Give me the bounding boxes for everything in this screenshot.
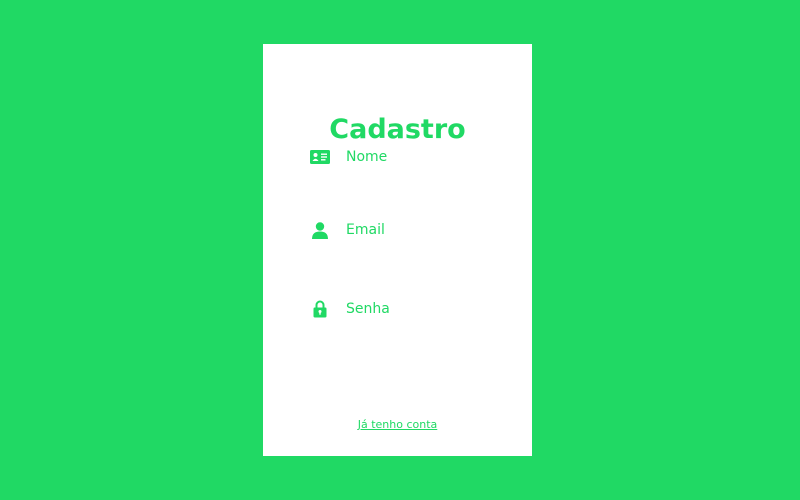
name-field-row [309, 143, 489, 171]
signup-card: Cadastro Nome Email Já tenho conta [263, 44, 532, 456]
password-field-row [309, 295, 489, 323]
email-field-row [309, 216, 489, 244]
user-icon [309, 219, 331, 241]
name-input[interactable] [346, 149, 486, 165]
password-input[interactable] [346, 301, 486, 317]
login-link[interactable]: Já tenho conta [263, 418, 532, 431]
lock-icon [309, 298, 331, 320]
id-card-icon [309, 146, 331, 168]
page-title: Cadastro [329, 114, 466, 145]
email-input[interactable] [346, 222, 486, 238]
